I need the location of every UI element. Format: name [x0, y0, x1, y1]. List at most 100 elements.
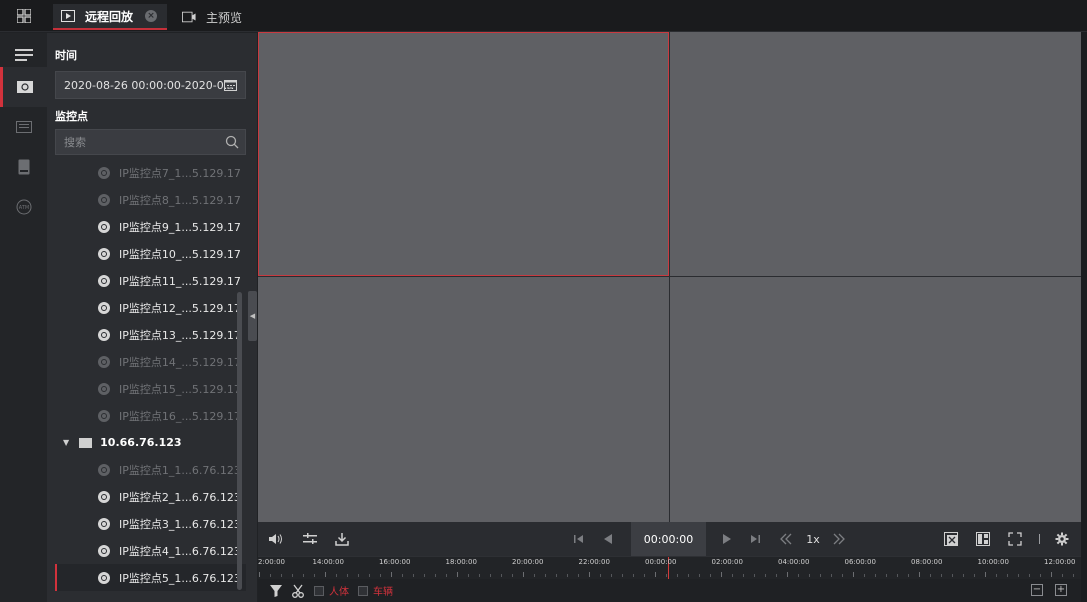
timeline-tick [501, 574, 502, 577]
timeline-tick [490, 574, 491, 577]
tree-item[interactable]: IP监控点2_1...6.76.123 [55, 483, 246, 510]
timeline-tick [380, 574, 381, 577]
timeline-ruler[interactable]: 2:00:00 14:00:00 16:00:00 18:00:00 20:00:00 2… [258, 556, 1081, 580]
close-all-windows-button[interactable] [943, 530, 959, 548]
tree-item[interactable]: IP监控点15_...5.129.17 [55, 375, 246, 402]
timeline-label: 12:00:00 [1044, 558, 1076, 566]
nav-storage[interactable] [0, 147, 47, 187]
tab-main-preview[interactable]: 主预览 [178, 4, 242, 30]
camera-icon [98, 301, 110, 314]
timeline-tick [292, 574, 293, 577]
timeline-tick [1007, 574, 1008, 577]
timeline-tick [523, 572, 524, 577]
timeline-label: 00:00:00 [645, 558, 677, 566]
next-frame-button[interactable] [748, 530, 762, 548]
video-window-1[interactable] [258, 32, 669, 276]
camera-icon [98, 517, 110, 530]
timeline-tick [996, 574, 997, 577]
timeline-tick [402, 574, 403, 577]
speaker-icon [269, 534, 282, 544]
folder-icon [79, 437, 93, 448]
tree-item[interactable]: IP监控点3_1...6.76.123 [55, 510, 246, 537]
timeline-label: 04:00:00 [778, 558, 810, 566]
time-range-picker[interactable]: 2020-08-26 00:00:00-2020-0... [55, 71, 246, 99]
timeline-tick [479, 574, 480, 577]
timeline-tick [732, 574, 733, 577]
time-section-title: 时间 [55, 49, 77, 62]
timeline-tick [545, 574, 546, 577]
calendar-icon[interactable] [224, 79, 237, 94]
tree-item[interactable]: IP监控点12_...5.129.17 [55, 294, 246, 321]
camera-icon [98, 463, 110, 476]
panel-collapse-handle[interactable]: ◀ [248, 291, 257, 341]
right-edge [1081, 32, 1087, 602]
layout-button[interactable] [975, 530, 991, 548]
sync-button[interactable] [302, 530, 318, 548]
timeline-tick [721, 572, 722, 577]
clip-icon[interactable] [292, 584, 304, 598]
search-input[interactable]: 搜索 [55, 129, 246, 155]
timeline-tick [303, 574, 304, 577]
vehicle-filter-label: 车辆 [373, 587, 393, 598]
camera-icon [98, 220, 110, 233]
tree-item[interactable]: IP监控点14_...5.129.17 [55, 348, 246, 375]
timeline-tick [699, 574, 700, 577]
video-window-3[interactable] [258, 277, 669, 522]
tab-remote-playback[interactable]: 远程回放 × [53, 4, 167, 30]
settings-button[interactable] [1054, 530, 1070, 548]
tree-item[interactable]: IP监控点9_1...5.129.17 [55, 213, 246, 240]
video-window-4[interactable] [670, 277, 1081, 522]
timeline-tick [391, 572, 392, 577]
reverse-button[interactable] [601, 530, 615, 548]
tab-label: 主预览 [206, 10, 243, 25]
timeline-label: 2:00:00 [258, 558, 285, 566]
camera-icon [98, 247, 110, 260]
tree-item[interactable]: IP监控点10_...5.129.17 [55, 240, 246, 267]
timeline-tick [897, 574, 898, 577]
apps-grid-button[interactable] [0, 0, 47, 32]
tree-item[interactable]: IP监控点16_...5.129.17 [55, 402, 246, 429]
volume-button[interactable] [268, 530, 284, 548]
nav-playback[interactable] [0, 67, 47, 107]
fullscreen-button[interactable] [1007, 530, 1023, 548]
zoom-in-button[interactable]: + [1055, 584, 1067, 596]
search-icon[interactable] [225, 135, 239, 152]
current-time-display: 00:00:00 [631, 522, 706, 556]
slow-down-button[interactable] [778, 530, 794, 548]
storage-icon [18, 159, 29, 175]
close-tab-icon[interactable]: × [145, 10, 158, 22]
nav-records[interactable] [0, 107, 47, 147]
human-checkbox[interactable] [314, 585, 324, 596]
timeline-tick [446, 574, 447, 577]
prev-frame-button[interactable] [572, 530, 586, 548]
expand-arrow-icon[interactable]: ▼ [63, 438, 69, 447]
play-button[interactable] [720, 530, 734, 548]
filter-icon[interactable] [270, 584, 282, 597]
fullscreen-icon [1008, 532, 1022, 546]
tree-item[interactable]: IP监控点1_1...6.76.123 [55, 456, 246, 483]
vehicle-checkbox[interactable] [358, 585, 368, 596]
nav-atm[interactable]: ATM [0, 187, 47, 227]
video-window-2[interactable] [670, 32, 1081, 276]
camera-icon [98, 544, 110, 557]
timeline-tick [1051, 572, 1052, 577]
camera-icon [98, 274, 110, 287]
tree-item[interactable]: IP监控点13_...5.129.17 [55, 321, 246, 348]
tree-item[interactable]: IP监控点11_...5.129.17 [55, 267, 246, 294]
camera-preview-icon [182, 11, 196, 23]
tree-item-selected[interactable]: IP监控点5_1...6.76.123 [55, 564, 246, 591]
filter-bar: 人体 车辆 − + [258, 579, 1081, 602]
timeline-tick [534, 574, 535, 577]
tree-item[interactable]: IP监控点7_1...5.129.17 [55, 159, 246, 186]
tree-group[interactable]: ▼ 10.66.76.123 [55, 429, 246, 456]
close-window-icon [944, 532, 958, 546]
collapse-arrow-icon: ◀ [249, 312, 256, 320]
zoom-out-button[interactable]: − [1031, 584, 1043, 596]
timeline-tick [369, 574, 370, 577]
tree-item[interactable]: IP监控点8_1...5.129.17 [55, 186, 246, 213]
camera-icon [98, 355, 110, 368]
tree-scrollbar[interactable] [237, 292, 242, 590]
download-button[interactable] [334, 530, 350, 548]
tree-item[interactable]: IP监控点4_1...6.76.123 [55, 537, 246, 564]
speed-up-button[interactable] [831, 530, 847, 548]
